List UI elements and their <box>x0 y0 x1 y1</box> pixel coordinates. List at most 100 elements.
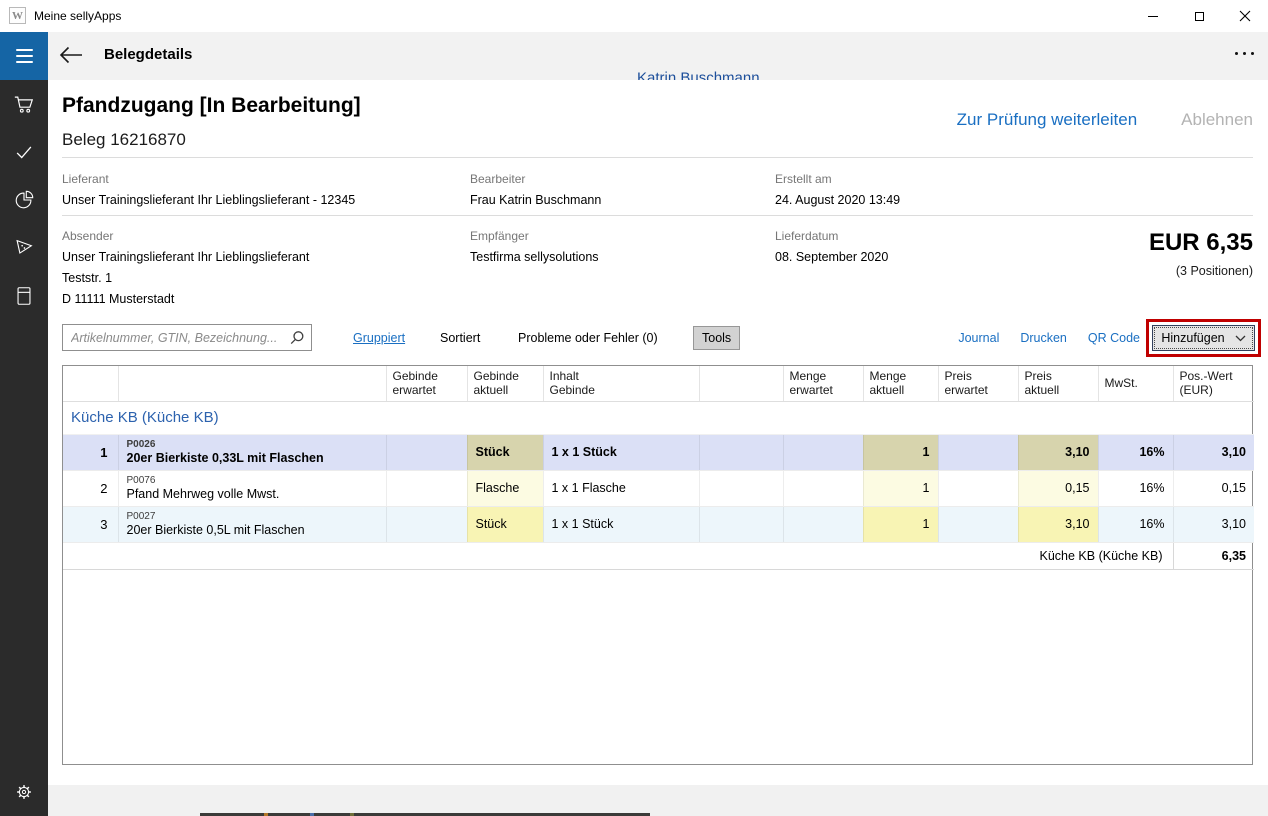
col-mwst: MwSt. <box>1098 366 1173 401</box>
group-footer-total: 6,35 <box>1173 542 1254 569</box>
sender-line-3: D 11111 Musterstadt <box>62 292 174 306</box>
col-pos-wert: Pos.-Wert (EUR) <box>1173 366 1254 401</box>
window-titlebar: W Meine sellyApps <box>0 0 1268 32</box>
sidebar-item-catalog[interactable] <box>0 272 48 320</box>
sidebar-item-tasks[interactable] <box>0 128 48 176</box>
article-search-box <box>62 324 312 351</box>
pos-wert-cell: 0,15 <box>1173 470 1254 506</box>
pos-wert-cell: 3,10 <box>1173 434 1254 470</box>
spacer-cell <box>699 434 783 470</box>
col-article <box>118 366 386 401</box>
sender-label: Absender <box>62 229 113 243</box>
preis-aktuell-cell: 3,10 <box>1018 434 1098 470</box>
total-amount: EUR 6,35 <box>1149 229 1253 257</box>
journal-link[interactable]: Journal <box>958 331 999 345</box>
document-actions: Zur Prüfung weiterleiten Ablehnen <box>957 110 1253 130</box>
preis-erwartet-cell <box>938 434 1018 470</box>
red-highlight-annotation: Hinzufügen <box>1146 319 1261 357</box>
bottom-strip <box>48 785 1268 816</box>
tools-button[interactable]: Tools <box>693 326 740 350</box>
preis-aktuell-cell: 0,15 <box>1018 470 1098 506</box>
table-row[interactable]: 3 P002720er Bierkiste 0,5L mit Flaschen … <box>63 506 1254 542</box>
menge-erwartet-cell <box>783 470 863 506</box>
table-row[interactable]: 2 P0076Pfand Mehrweg volle Mwst. Flasche… <box>63 470 1254 506</box>
col-inhalt-gebinde: Inhalt Gebinde <box>543 366 699 401</box>
menge-aktuell-cell: 1 <box>863 434 938 470</box>
close-button[interactable] <box>1222 0 1268 32</box>
pie-chart-icon <box>13 189 35 211</box>
gebinde-erwartet-cell <box>386 470 467 506</box>
gebinde-aktuell-cell: Stück <box>467 506 543 542</box>
inhalt-gebinde-cell: 1 x 1 Stück <box>543 434 699 470</box>
close-icon <box>1239 10 1251 22</box>
col-gebinde-erwartet: Gebinde erwartet <box>386 366 467 401</box>
navigation-sidebar <box>0 80 48 816</box>
chevron-down-icon <box>1235 335 1246 342</box>
col-spacer <box>699 366 783 401</box>
shopping-cart-icon <box>13 93 35 115</box>
more-options-button[interactable] <box>1235 52 1254 55</box>
preis-erwartet-cell <box>938 506 1018 542</box>
mwst-cell: 16% <box>1098 470 1173 506</box>
row-number: 3 <box>63 506 118 542</box>
search-icon[interactable] <box>289 330 305 346</box>
window-controls <box>1130 0 1268 32</box>
supplier-label: Lieferant <box>62 172 109 186</box>
sidebar-item-settings[interactable] <box>0 768 48 816</box>
sidebar-item-cart[interactable] <box>0 80 48 128</box>
gebinde-aktuell-cell: Flasche <box>467 470 543 506</box>
sidebar-item-statistics[interactable] <box>0 176 48 224</box>
gebinde-aktuell-cell: Stück <box>467 434 543 470</box>
sender-line-2: Teststr. 1 <box>62 271 112 285</box>
delivery-date-value: 08. September 2020 <box>775 250 888 264</box>
book-icon <box>13 285 35 307</box>
grouped-toggle[interactable]: Gruppiert <box>353 331 405 345</box>
add-button-label: Hinzufügen <box>1161 331 1224 345</box>
qr-code-link[interactable]: QR Code <box>1088 331 1140 345</box>
mwst-cell: 16% <box>1098 434 1173 470</box>
print-link[interactable]: Drucken <box>1020 331 1067 345</box>
gear-icon <box>13 781 35 803</box>
back-button[interactable] <box>58 44 86 68</box>
editor-value: Frau Katrin Buschmann <box>470 193 601 207</box>
maximize-icon <box>1195 12 1204 21</box>
col-menge-erwartet: Menge erwartet <box>783 366 863 401</box>
pennant-icon <box>13 237 35 259</box>
reject-button[interactable]: Ablehnen <box>1181 110 1253 130</box>
maximize-button[interactable] <box>1176 0 1222 32</box>
sorted-toggle[interactable]: Sortiert <box>440 331 480 345</box>
group-header-row: Küche KB (Küche KB) <box>63 401 1254 434</box>
article-code: P0027 <box>127 511 378 523</box>
recipient-label: Empfänger <box>470 229 529 243</box>
row-number: 1 <box>63 434 118 470</box>
inhalt-gebinde-cell: 1 x 1 Stück <box>543 506 699 542</box>
group-footer-row: Küche KB (Küche KB) 6,35 <box>63 542 1254 569</box>
mwst-cell: 16% <box>1098 506 1173 542</box>
search-input[interactable] <box>63 325 285 350</box>
minimize-button[interactable] <box>1130 0 1176 32</box>
sidebar-item-promotions[interactable] <box>0 224 48 272</box>
supplier-value: Unser Trainingslieferant Ihr Lieblingsli… <box>62 193 355 207</box>
divider <box>62 215 1253 216</box>
hamburger-menu-button[interactable] <box>0 32 48 80</box>
forward-for-review-button[interactable]: Zur Prüfung weiterleiten <box>957 110 1137 130</box>
article-name: Pfand Mehrweg volle Mwst. <box>127 487 378 502</box>
table-row[interactable]: 1 P002620er Bierkiste 0,33L mit Flaschen… <box>63 434 1254 470</box>
created-at-label: Erstellt am <box>775 172 832 186</box>
page-title: Belegdetails <box>104 46 192 63</box>
ellipsis-icon <box>1235 52 1238 55</box>
col-row-number <box>63 366 118 401</box>
sender-line-1: Unser Trainingslieferant Ihr Lieblingsli… <box>62 250 309 264</box>
col-preis-aktuell: Preis aktuell <box>1018 366 1098 401</box>
add-button[interactable]: Hinzufügen <box>1152 325 1255 351</box>
group-header-label: Küche KB (Küche KB) <box>63 401 1254 434</box>
article-code: P0026 <box>127 439 378 451</box>
menge-erwartet-cell <box>783 434 863 470</box>
problems-filter[interactable]: Probleme oder Fehler (0) <box>518 331 658 345</box>
article-name: 20er Bierkiste 0,5L mit Flaschen <box>127 523 378 538</box>
minimize-icon <box>1148 16 1158 17</box>
gebinde-erwartet-cell <box>386 434 467 470</box>
positions-table: Gebinde erwartet Gebinde aktuell Inhalt … <box>62 365 1253 765</box>
col-gebinde-aktuell: Gebinde aktuell <box>467 366 543 401</box>
table-header-row: Gebinde erwartet Gebinde aktuell Inhalt … <box>63 366 1254 401</box>
